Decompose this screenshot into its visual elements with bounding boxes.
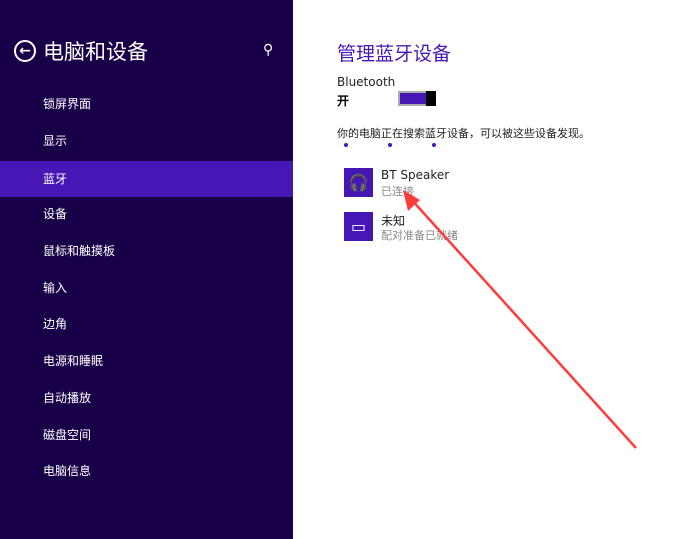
annotation-arrow: [403, 190, 637, 449]
